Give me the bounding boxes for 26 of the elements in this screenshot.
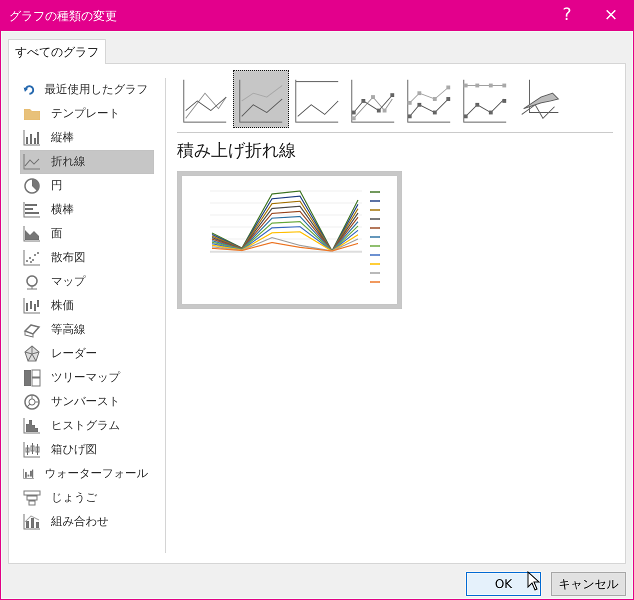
- dialog-button[interactable]: OK: [466, 572, 541, 596]
- sidebar-item[interactable]: じょうご: [20, 486, 154, 510]
- sidebar-item[interactable]: テンプレート: [20, 102, 154, 126]
- sidebar-item[interactable]: 組み合わせ: [20, 510, 154, 534]
- sidebar-item[interactable]: 縦棒: [20, 126, 154, 150]
- sidebar-item[interactable]: ヒストグラム: [20, 414, 154, 438]
- sidebar-item[interactable]: 面: [20, 222, 154, 246]
- sidebar-item[interactable]: ツリーマップ: [20, 366, 154, 390]
- close-button[interactable]: ×: [589, 1, 633, 31]
- sidebar-item[interactable]: 円: [20, 174, 154, 198]
- sidebar-item[interactable]: 散布図: [20, 246, 154, 270]
- sidebar-item[interactable]: 等高線: [20, 318, 154, 342]
- subtype-title: 積み上げ折れ線: [177, 140, 297, 163]
- help-button[interactable]: ?: [545, 1, 589, 31]
- sidebar-item[interactable]: 最近使用したグラフ: [20, 78, 154, 102]
- sidebar-item[interactable]: ウォーターフォール: [20, 462, 154, 486]
- sidebar-item[interactable]: 箱ひげ図: [20, 438, 154, 462]
- sidebar-item[interactable]: サンバースト: [20, 390, 154, 414]
- tab[interactable]: すべてのグラフ: [8, 39, 106, 64]
- sidebar-item[interactable]: マップ: [20, 270, 154, 294]
- sidebar-item[interactable]: レーダー: [20, 342, 154, 366]
- dialog-button[interactable]: キャンセル: [551, 572, 626, 596]
- window-title: グラフの種類の変更: [9, 8, 118, 25]
- sidebar-item[interactable]: 横棒: [20, 198, 154, 222]
- sidebar-item[interactable]: 株価: [20, 294, 154, 318]
- sidebar-item[interactable]: 折れ線: [20, 150, 154, 174]
